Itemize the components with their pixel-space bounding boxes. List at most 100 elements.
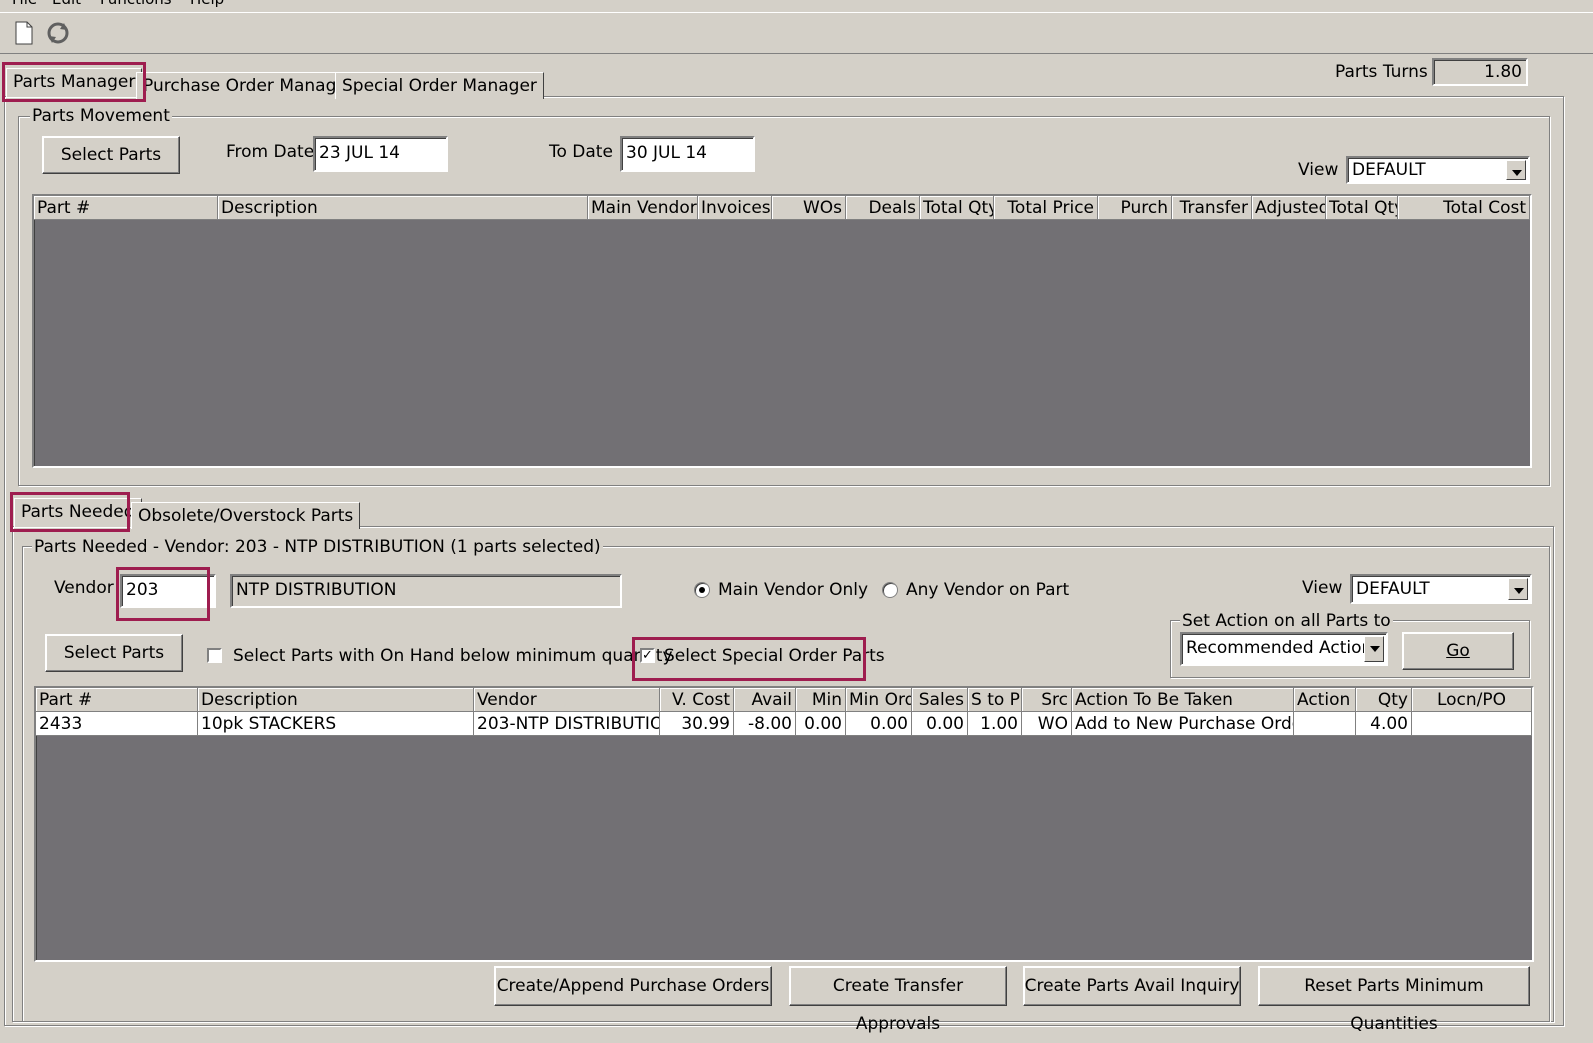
col-total-cost[interactable]: Total Cost: [1398, 196, 1530, 220]
col-qty[interactable]: Qty: [1356, 688, 1412, 712]
tab-purchase-order-manager[interactable]: Purchase Order Manager: [136, 72, 361, 99]
col-min[interactable]: Min: [796, 688, 846, 712]
col-action-to-be-taken[interactable]: Action To Be Taken: [1072, 688, 1294, 712]
chevron-down-icon[interactable]: [1364, 636, 1384, 662]
cell-s-to-p[interactable]: 1.00: [968, 712, 1022, 736]
col-part-number[interactable]: Part #: [34, 196, 218, 220]
parts-movement-grid[interactable]: Part # Description Main Vendor Invoices …: [32, 194, 1532, 468]
col-main-vendor[interactable]: Main Vendor: [588, 196, 698, 220]
col-invoices[interactable]: Invoices: [698, 196, 772, 220]
cell-src[interactable]: WO: [1022, 712, 1072, 736]
cell-min-ord[interactable]: 0.00: [846, 712, 912, 736]
parts-turns-value: 1.80: [1432, 58, 1528, 86]
cell-locn-po[interactable]: [1412, 712, 1532, 736]
to-date-label: To Date: [549, 142, 613, 162]
special-order-checkbox[interactable]: ✓: [640, 648, 655, 663]
menu-functions[interactable]: Functions: [100, 0, 172, 8]
vendor-code-input[interactable]: 203: [120, 574, 216, 608]
col-deals[interactable]: Deals: [846, 196, 920, 220]
col-src[interactable]: Src: [1022, 688, 1072, 712]
menu-file[interactable]: File: [12, 0, 37, 8]
needed-view-label: View: [1302, 578, 1343, 598]
toolbar: [0, 12, 1593, 54]
set-action-label: Set Action on all Parts to: [1180, 611, 1393, 631]
cell-sales[interactable]: 0.00: [912, 712, 968, 736]
needed-view-value: DEFAULT: [1356, 579, 1430, 599]
chevron-down-icon[interactable]: [1506, 160, 1526, 180]
col-v-cost[interactable]: V. Cost: [660, 688, 734, 712]
below-min-label[interactable]: Select Parts with On Hand below minimum …: [233, 646, 673, 666]
set-action-value: Recommended Action: [1186, 638, 1373, 658]
tab-obsolete-overstock[interactable]: Obsolete/Overstock Parts: [131, 502, 361, 529]
vendor-name-display: NTP DISTRIBUTION: [230, 574, 622, 608]
col-vendor[interactable]: Vendor: [474, 688, 660, 712]
parts-needed-header: Part # Description Vendor V. Cost Avail …: [36, 688, 1532, 712]
parts-needed-grid[interactable]: Part # Description Vendor V. Cost Avail …: [34, 686, 1534, 962]
menu-bar: File Edit Functions Help: [0, 0, 1593, 10]
col-action[interactable]: Action: [1294, 688, 1356, 712]
new-document-icon[interactable]: [10, 19, 38, 47]
cell-description[interactable]: 10pk STACKERS: [198, 712, 474, 736]
menu-edit[interactable]: Edit: [52, 0, 81, 8]
col-purch[interactable]: Purch: [1098, 196, 1172, 220]
main-vendor-only-radio[interactable]: [694, 582, 710, 598]
from-date-input[interactable]: 23 JUL 14: [313, 136, 448, 172]
col-total-qty-2[interactable]: Total Qty: [1326, 196, 1398, 220]
go-button-label: Go: [1446, 641, 1470, 661]
from-date-label: From Date: [226, 142, 315, 162]
col-total-price[interactable]: Total Price: [994, 196, 1098, 220]
col-transfer[interactable]: Transfer: [1172, 196, 1252, 220]
parts-needed-group-label: Parts Needed - Vendor: 203 - NTP DISTRIB…: [32, 537, 603, 557]
cell-min[interactable]: 0.00: [796, 712, 846, 736]
select-parts-button-label: Select Parts: [60, 145, 162, 165]
to-date-input[interactable]: 30 JUL 14: [620, 136, 755, 172]
cell-v-cost[interactable]: 30.99: [660, 712, 734, 736]
set-action-select[interactable]: Recommended Action: [1180, 632, 1388, 666]
vendor-label: Vendor: [54, 578, 114, 598]
cell-action-to-be-taken[interactable]: Add to New Purchase Order: [1072, 712, 1294, 736]
any-vendor-label[interactable]: Any Vendor on Part: [906, 580, 1069, 600]
cell-part-number[interactable]: 2433: [36, 712, 198, 736]
parts-turns-label: Parts Turns: [1335, 62, 1428, 82]
go-button[interactable]: Go: [1402, 632, 1514, 670]
col-avail[interactable]: Avail: [734, 688, 796, 712]
needed-select-parts-button[interactable]: Select Parts: [45, 634, 183, 672]
tab-parts-manager[interactable]: Parts Manager: [6, 68, 143, 97]
col-wos[interactable]: WOs: [772, 196, 846, 220]
tab-parts-needed[interactable]: Parts Needed: [14, 498, 142, 527]
create-transfer-approvals-button[interactable]: Create Transfer Approvals: [789, 966, 1007, 1034]
col-min-ord[interactable]: Min Ord: [846, 688, 912, 712]
movement-view-select[interactable]: DEFAULT: [1346, 156, 1530, 184]
create-append-po-button[interactable]: Create/Append Purchase Orders: [494, 966, 772, 1006]
col-s-to-p[interactable]: S to P: [968, 688, 1022, 712]
below-min-checkbox[interactable]: [207, 648, 222, 663]
needed-view-select[interactable]: DEFAULT: [1350, 574, 1532, 604]
col-adjusted[interactable]: Adjusted: [1252, 196, 1326, 220]
menu-help[interactable]: Help: [190, 0, 224, 8]
special-order-label[interactable]: Select Special Order Parts: [664, 646, 885, 666]
any-vendor-radio[interactable]: [882, 582, 898, 598]
refresh-icon[interactable]: [44, 19, 72, 47]
cell-action[interactable]: [1294, 712, 1356, 736]
table-row[interactable]: 2433 10pk STACKERS 203-NTP DISTRIBUTIO 3…: [36, 712, 1532, 736]
col-sales[interactable]: Sales: [912, 688, 968, 712]
movement-view-value: DEFAULT: [1352, 160, 1426, 180]
movement-view-label: View: [1298, 160, 1339, 180]
col-part-number[interactable]: Part #: [36, 688, 198, 712]
needed-select-parts-label: Select Parts: [63, 643, 165, 663]
reset-parts-min-qty-button[interactable]: Reset Parts Minimum Quantities: [1258, 966, 1530, 1034]
col-description[interactable]: Description: [218, 196, 588, 220]
col-locn-po[interactable]: Locn/PO: [1412, 688, 1532, 712]
col-description[interactable]: Description: [198, 688, 474, 712]
tab-special-order-manager[interactable]: Special Order Manager: [335, 72, 544, 99]
main-vendor-only-label[interactable]: Main Vendor Only: [718, 580, 868, 600]
col-total-qty[interactable]: Total Qty: [920, 196, 994, 220]
parts-movement-group-label: Parts Movement: [30, 106, 172, 126]
chevron-down-icon[interactable]: [1508, 578, 1528, 600]
create-parts-avail-inquiry-button[interactable]: Create Parts Avail Inquiry: [1023, 966, 1241, 1006]
parts-movement-header: Part # Description Main Vendor Invoices …: [34, 196, 1530, 220]
cell-qty[interactable]: 4.00: [1356, 712, 1412, 736]
select-parts-button[interactable]: Select Parts: [42, 136, 180, 174]
cell-avail[interactable]: -8.00: [734, 712, 796, 736]
cell-vendor[interactable]: 203-NTP DISTRIBUTIO: [474, 712, 660, 736]
